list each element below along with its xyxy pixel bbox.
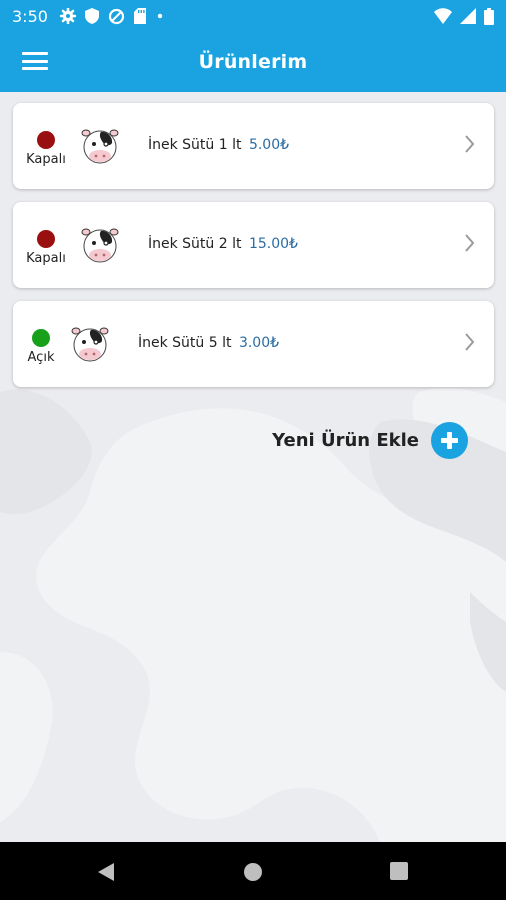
product-title: İnek Sütü 5 lt (138, 335, 232, 351)
product-name: İnek Sütü 2 lt 15.00₺ (148, 236, 298, 252)
cow-icon (81, 129, 119, 164)
product-price: 15.00₺ (248, 236, 298, 252)
system-nav-bar (0, 842, 506, 900)
product-card[interactable]: Açık İnek Sütü 5 lt 3.00₺ (13, 301, 494, 387)
product-name: İnek Sütü 5 lt 3.00₺ (138, 335, 279, 351)
data-saver-icon (108, 8, 125, 24)
recents-icon[interactable] (390, 862, 408, 880)
notification-dot-icon (157, 13, 163, 19)
chevron-right-icon (465, 135, 475, 153)
product-status: Kapalı (13, 131, 79, 167)
gear-icon (59, 8, 76, 24)
status-dot-icon (37, 230, 55, 248)
app-bar: Ürünlerim (0, 32, 506, 92)
product-card[interactable]: Kapalı İnek Sütü 1 lt 5.00₺ (13, 103, 494, 189)
status-label: Açık (27, 350, 55, 365)
status-label: Kapalı (26, 152, 66, 167)
sd-card-icon (133, 8, 146, 24)
chevron-right-icon (465, 333, 475, 351)
product-title: İnek Sütü 2 lt (148, 236, 242, 252)
cow-icon (81, 228, 119, 263)
wifi-icon (434, 8, 452, 24)
product-status: Açık (13, 329, 69, 365)
product-price: 3.00₺ (238, 335, 280, 351)
plus-circle-icon[interactable] (431, 422, 468, 459)
status-label: Kapalı (26, 251, 66, 266)
cow-icon (71, 327, 109, 362)
page-title: Ürünlerim (198, 51, 308, 73)
shield-icon (84, 8, 99, 24)
battery-icon (484, 7, 494, 25)
status-dot-icon (32, 329, 50, 347)
product-title: İnek Sütü 1 lt (148, 137, 242, 153)
chevron-right-icon (465, 234, 475, 252)
status-time: 3:50 (12, 6, 48, 26)
add-product-button[interactable]: Yeni Ürün Ekle (272, 422, 468, 459)
status-bar: 3:50 (0, 0, 506, 32)
add-product-label: Yeni Ürün Ekle (272, 430, 419, 451)
product-name: İnek Sütü 1 lt 5.00₺ (148, 137, 289, 153)
back-icon[interactable] (96, 862, 116, 882)
signal-icon (460, 8, 476, 24)
status-left-icons (59, 8, 165, 25)
product-list-area: Kapalı İnek Sütü 1 lt 5.00₺ Kapalı İnek … (0, 92, 506, 842)
product-card[interactable]: Kapalı İnek Sütü 2 lt 15.00₺ (13, 202, 494, 288)
home-icon[interactable] (243, 862, 263, 882)
hamburger-menu-icon[interactable] (22, 50, 48, 72)
status-dot-icon (37, 131, 55, 149)
status-right-icons (434, 7, 494, 25)
product-price: 5.00₺ (248, 137, 290, 153)
product-status: Kapalı (13, 230, 79, 266)
